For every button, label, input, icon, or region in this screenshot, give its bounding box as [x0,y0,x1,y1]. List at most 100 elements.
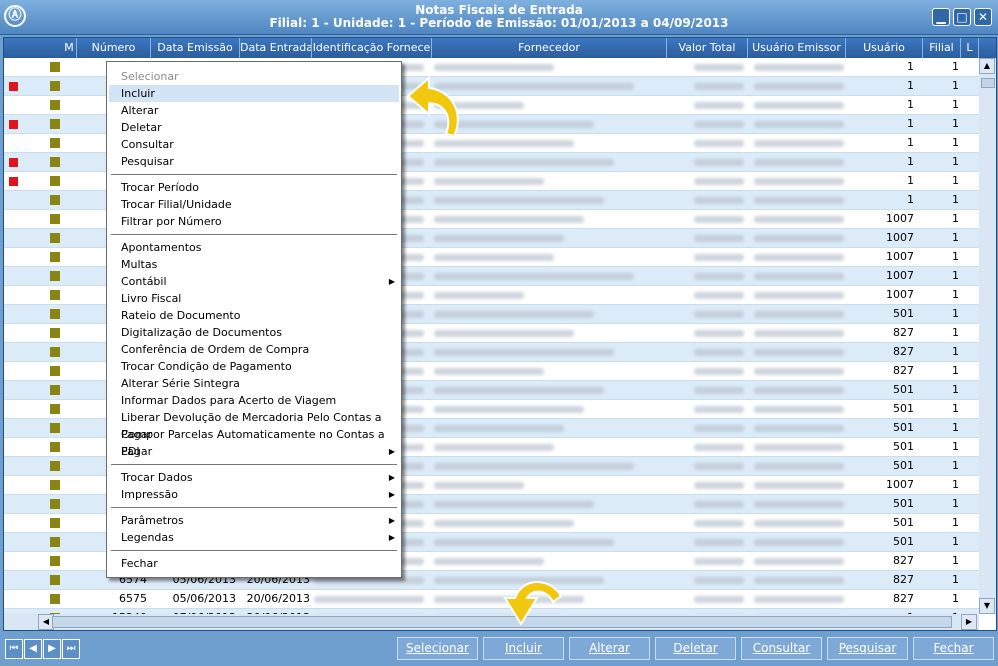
header-numero[interactable]: Número [77,38,151,58]
curved-arrow-pointer-icon [406,75,459,138]
menu-item-digitaliza-o-de-documentos[interactable]: Digitalização de Documentos [109,324,399,341]
menu-item-pesquisar[interactable]: Pesquisar [109,153,399,170]
close-button[interactable]: ✕ [974,8,992,26]
cell-usuario: 1 [907,193,914,206]
submenu-arrow-icon: ▶ [388,447,395,456]
minimize-button[interactable]: ▁ [932,8,950,26]
legend-square [50,366,60,376]
menu-item-trocar-filial-unidade[interactable]: Trocar Filial/Unidade [109,196,399,213]
cell-filial: 1 [952,60,959,73]
menu-item-label: Rateio de Documento [121,309,241,322]
vertical-scroll-thumb[interactable] [981,78,995,88]
menu-item-par-metros[interactable]: Parâmetros ▶ [109,512,399,529]
horizontal-scrollbar[interactable]: ◀ ▶ [4,614,979,630]
header-usuario-emissor[interactable]: Usuário Emissor [748,38,846,58]
menu-item-edi[interactable]: EDI ▶ [109,443,399,460]
menu-item-multas[interactable]: Multas [109,256,399,273]
header-m[interactable]: M [62,38,77,58]
redacted-content [754,216,844,223]
menu-item-incluir[interactable]: Incluir [109,85,399,102]
menu-item-compor-parcelas-automaticamente-no-contas-a-pagar[interactable]: Compor Parcelas Automaticamente no Conta… [109,426,399,458]
menu-item-label: Alterar [121,104,159,117]
redacted-content [694,83,744,90]
header-l[interactable]: L [961,38,979,58]
menu-item-legendas[interactable]: Legendas ▶ [109,529,399,546]
cell-usuario: 1 [907,60,914,73]
header-identificacao[interactable]: Identificação Fornece [312,38,432,58]
cell-usuario: 1007 [886,212,914,225]
menu-item-label: Multas [121,258,158,271]
deletar-button[interactable]: Deletar [655,637,736,660]
cell-usuario: 1007 [886,269,914,282]
legend-square [50,518,60,528]
incluir-button[interactable]: Incluir [483,637,564,660]
legend-square [50,480,60,490]
header-data-entrada[interactable]: Data Entrada [240,38,312,58]
redacted-content [754,444,844,451]
cell-filial: 1 [952,383,959,396]
legend-square [50,138,60,148]
redacted-content [754,292,844,299]
menu-item-alterar[interactable]: Alterar [109,102,399,119]
scroll-down-icon[interactable]: ▼ [979,598,995,614]
header-fornecedor[interactable]: Fornecedor [432,38,667,58]
menu-item-trocar-per-odo[interactable]: Trocar Período [109,179,399,196]
redacted-content [694,254,744,261]
status-indicator [9,177,18,186]
pesquisar-button[interactable]: Pesquisar [827,637,908,660]
last-record-icon[interactable]: ⏭ [62,639,80,659]
header-usuario[interactable]: Usuário [846,38,923,58]
menu-item-fechar[interactable]: Fechar [109,555,399,572]
redacted-content [434,349,614,356]
cell-filial: 1 [952,79,959,92]
menu-item-deletar[interactable]: Deletar [109,119,399,136]
header-valor-total[interactable]: Valor Total [667,38,748,58]
menu-item-alterar-s-rie-sintegra[interactable]: Alterar Série Sintegra [109,375,399,392]
menu-item-confer-ncia-de-ordem-de-compra[interactable]: Conferência de Ordem de Compra [109,341,399,358]
cell-filial: 1 [952,364,959,377]
menu-item-impress-o[interactable]: Impressão ▶ [109,486,399,503]
menu-item-filtrar-por-n-mero[interactable]: Filtrar por Número [109,213,399,230]
legend-square [50,271,60,281]
table-row[interactable]: 6575 05/06/2013 20/06/2013 827 1 [4,590,979,609]
vertical-scrollbar[interactable]: ▲ ▼ [979,58,996,614]
menu-item-label: Trocar Filial/Unidade [121,198,232,211]
consultar-button[interactable]: Consultar [741,637,822,660]
redacted-content [754,311,844,318]
menu-item-informar-dados-para-acerto-de-viagem[interactable]: Informar Dados para Acerto de Viagem [109,392,399,409]
cell-filial: 1 [952,98,959,111]
previous-record-icon[interactable]: ◀ [24,639,42,659]
menu-item-selecionar: Selecionar [109,68,399,85]
fechar-button[interactable]: Fechar [913,637,994,660]
menu-item-rateio-de-documento[interactable]: Rateio de Documento [109,307,399,324]
menu-item-label: Pesquisar [121,155,174,168]
menu-item-cont-bil[interactable]: Contábil ▶ [109,273,399,290]
redacted-content [754,102,844,109]
scroll-right-icon[interactable]: ▶ [961,614,977,630]
alterar-button[interactable]: Alterar [569,637,650,660]
next-record-icon[interactable]: ▶ [43,639,61,659]
scroll-up-icon[interactable]: ▲ [979,58,995,74]
menu-item-liberar-devolu-o-de-mercadoria-pelo-contas-a-pagar[interactable]: Liberar Devolução de Mercadoria Pelo Con… [109,409,399,441]
cell-filial: 1 [952,516,959,529]
first-record-icon[interactable]: ⏮ [5,639,23,659]
menu-item-apontamentos[interactable]: Apontamentos [109,239,399,256]
menu-item-trocar-dados[interactable]: Trocar Dados ▶ [109,469,399,486]
redacted-content [434,425,564,432]
cell-filial: 1 [952,345,959,358]
menu-item-label: Parâmetros [121,514,184,527]
menu-item-trocar-condi-o-de-pagamento[interactable]: Trocar Condição de Pagamento [109,358,399,375]
legend-square [50,157,60,167]
legend-square [50,423,60,433]
menu-item-livro-fiscal[interactable]: Livro Fiscal [109,290,399,307]
redacted-content [754,83,844,90]
selecionar-button[interactable]: Selecionar [397,637,478,660]
menu-item-label: Incluir [121,87,155,100]
redacted-content [754,387,844,394]
menu-item-label: Contábil [121,275,167,288]
maximize-button[interactable]: □ [953,8,971,26]
header-data-emissao[interactable]: Data Emissão [151,38,240,58]
menu-item-consultar[interactable]: Consultar [109,136,399,153]
cell-filial: 1 [952,535,959,548]
header-filial[interactable]: Filial [923,38,961,58]
